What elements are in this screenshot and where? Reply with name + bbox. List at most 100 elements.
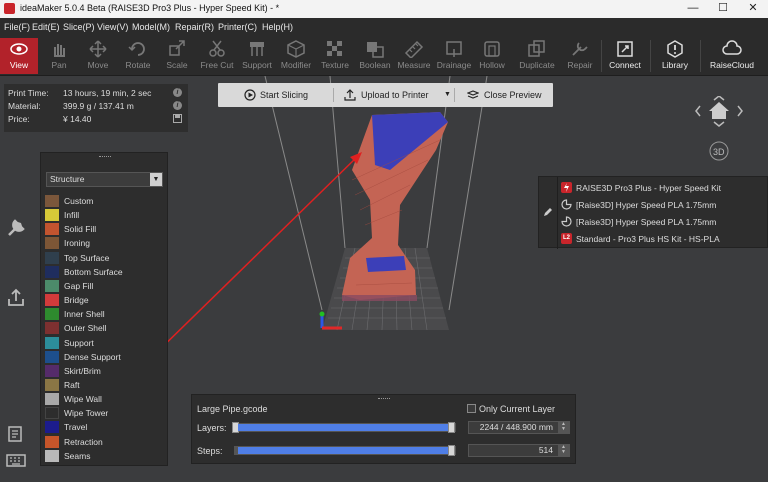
slice-action-bar: Start Slicing Upload to Printer ▼ Close … (218, 83, 553, 107)
steps-slider-handle[interactable] (448, 445, 455, 456)
log-icon[interactable] (6, 424, 26, 444)
legend-color-swatch (45, 350, 59, 363)
menu-help[interactable]: Help(H) (262, 22, 293, 32)
upload-dropdown-arrow[interactable]: ▼ (444, 83, 451, 107)
repair-button[interactable]: Repair (564, 38, 596, 74)
view-left-arrow[interactable] (695, 105, 701, 117)
panel-grip[interactable] (378, 398, 390, 401)
hollow-icon (484, 41, 500, 57)
layers-slider-max-handle[interactable] (448, 422, 455, 433)
legend-item-label: Retraction (64, 436, 103, 447)
drainage-button[interactable]: Drainage (436, 38, 472, 74)
raisecloud-button[interactable]: RaiseCloud (705, 38, 759, 74)
steps-label: Steps: (197, 446, 223, 456)
view-right-arrow[interactable] (737, 105, 743, 117)
steps-slider[interactable] (234, 445, 456, 456)
legend-color-swatch (45, 265, 59, 278)
legend-type-select[interactable]: Structure ▼ (46, 172, 163, 187)
rotate-icon (128, 42, 145, 56)
only-current-layer-label: Only Current Layer (479, 404, 556, 414)
modifier-button[interactable]: Modifier (278, 38, 314, 74)
price-value: ¥ 14.40 (63, 114, 92, 124)
save-icon[interactable] (173, 114, 182, 123)
steps-spinbox[interactable]: 514 ▲ ▼ (468, 444, 570, 457)
profile-badge: L2 (561, 233, 572, 244)
legend-color-swatch (45, 279, 59, 292)
legend-color-swatch (45, 322, 59, 335)
menu-view[interactable]: View(V) (97, 22, 128, 32)
only-current-layer-checkbox[interactable] (467, 404, 476, 413)
menu-edit[interactable]: Edit(E) (32, 22, 60, 32)
spin-arrows-icon[interactable]: ▲ ▼ (558, 445, 569, 456)
view-navigator: 3D (692, 95, 746, 166)
window-title: ideaMaker 5.0.4 Beta (RAISE3D Pro3 Plus … (20, 3, 280, 13)
hollow-button[interactable]: Hollow (476, 38, 508, 74)
legend-color-swatch (45, 237, 59, 250)
menu-bar: File(F) Edit(E) Slice(P) View(V) Model(M… (0, 18, 768, 36)
boolean-button[interactable]: Boolean (356, 38, 394, 74)
legend-color-swatch (45, 251, 59, 264)
connect-button[interactable]: Connect (605, 38, 645, 74)
legend-item-label: Ironing (64, 238, 90, 249)
measure-button[interactable]: Measure (396, 38, 432, 74)
view-down-arrow[interactable] (713, 121, 725, 127)
chevron-down-icon: ▼ (150, 173, 162, 186)
layer-preview-panel: Large Pipe.gcode Only Current Layer Laye… (191, 394, 576, 464)
upload-icon (344, 89, 356, 101)
layers-slider[interactable] (232, 422, 456, 433)
legend-color-swatch (45, 407, 59, 420)
duplicate-button[interactable]: Duplicate (516, 38, 558, 74)
cut-icon (209, 40, 225, 57)
legend-item-label: Wipe Wall (64, 394, 102, 405)
menu-model[interactable]: Model(M) (132, 22, 170, 32)
duplicate-icon (528, 40, 545, 57)
share-icon[interactable] (6, 288, 26, 308)
print-time-row: Print Time: 13 hours, 19 min, 2 sec i (8, 87, 184, 100)
scale-icon (169, 40, 185, 56)
info-icon[interactable]: i (173, 101, 182, 110)
edit-icon[interactable] (543, 207, 553, 217)
spin-arrows-icon[interactable]: ▲ ▼ (558, 422, 569, 433)
texture-button[interactable]: Texture (318, 38, 352, 74)
view-up-arrow[interactable] (713, 95, 725, 101)
move-button[interactable]: Move (83, 38, 113, 74)
legend-item-label: Infill (64, 210, 80, 221)
legend-item-label: Bridge (64, 295, 89, 306)
free-cut-button[interactable]: Free Cut (198, 38, 236, 74)
info-icon[interactable]: i (173, 88, 182, 97)
home-icon[interactable] (709, 102, 729, 119)
modifier-icon (287, 40, 305, 58)
panel-grip[interactable] (99, 156, 111, 159)
menu-file[interactable]: File(F) (4, 22, 30, 32)
library-button[interactable]: Library (655, 38, 695, 74)
rotate-button[interactable]: Rotate (122, 38, 154, 74)
minimize-button[interactable]: — (678, 0, 708, 18)
layers-spinbox[interactable]: 2244 / 448.900 mm ▲ ▼ (468, 421, 570, 434)
maximize-button[interactable]: ☐ (708, 0, 738, 18)
keyboard-icon[interactable] (6, 450, 26, 470)
legend-item-label: Custom (64, 196, 94, 206)
menu-printer[interactable]: Printer(C) (218, 22, 257, 32)
legend-color-swatch (45, 393, 59, 406)
3d-view-icon[interactable]: 3D (709, 141, 729, 161)
menu-repair[interactable]: Repair(R) (175, 22, 214, 32)
scale-button[interactable]: Scale (163, 38, 191, 74)
view-button[interactable]: View (0, 38, 38, 74)
legend-item-label: Travel (64, 422, 88, 433)
divider (557, 177, 558, 249)
close-button[interactable]: ✕ (738, 0, 768, 18)
wrench-icon[interactable] (6, 218, 26, 238)
toolbar-divider (650, 40, 651, 72)
menu-slice[interactable]: Slice(P) (63, 22, 95, 32)
pan-button[interactable]: Pan (44, 38, 74, 74)
title-bar: ideaMaker 5.0.4 Beta (RAISE3D Pro3 Plus … (0, 0, 768, 18)
price-row: Price: ¥ 14.40 (8, 113, 184, 126)
layers-label: Layers: (197, 423, 227, 433)
filament-right-icon (561, 216, 572, 227)
legend-item-label: Outer Shell (64, 323, 107, 334)
play-icon (244, 89, 256, 101)
support-button[interactable]: Support (239, 38, 275, 74)
material-row: Material: 399.9 g / 137.41 m i (8, 100, 184, 113)
layers-slider-fill (238, 424, 452, 431)
boolean-icon (367, 42, 384, 58)
